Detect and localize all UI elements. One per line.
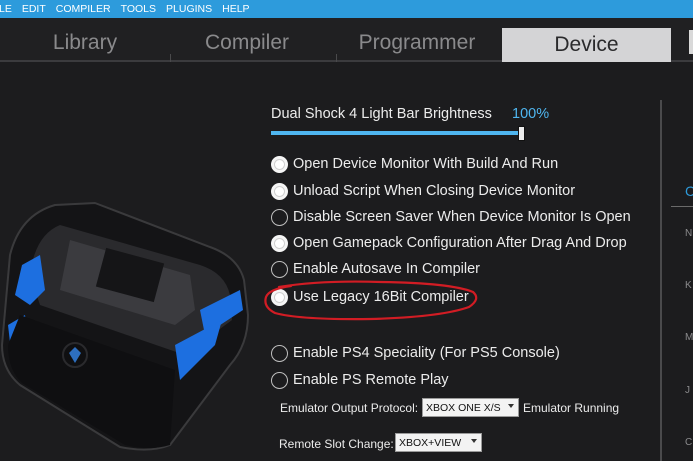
remote-slot-label: Remote Slot Change: — [279, 437, 394, 451]
option-label: Unload Script When Closing Device Monito… — [293, 183, 576, 199]
brightness-value: 100% — [512, 106, 550, 122]
brightness-slider-fill — [271, 131, 523, 135]
menu-compiler[interactable]: COMPILER — [52, 3, 117, 15]
emulator-protocol-label: Emulator Output Protocol: — [280, 401, 419, 415]
option-open-device-monitor[interactable]: Open Device Monitor With Build And Run — [271, 153, 558, 175]
right-panel-label: N — [685, 228, 693, 239]
tab-library[interactable]: Library — [0, 26, 170, 60]
option-unload-script[interactable]: Unload Script When Closing Device Monito… — [271, 180, 575, 202]
radio-icon[interactable] — [271, 344, 288, 362]
device-illustration — [0, 201, 250, 451]
emulator-protocol-select[interactable]: XBOX ONE X/S — [422, 398, 519, 417]
radio-icon[interactable] — [271, 371, 288, 389]
radio-icon[interactable] — [271, 208, 288, 226]
option-enable-autosave[interactable]: Enable Autosave In Compiler — [271, 258, 480, 280]
option-ps-remote-play[interactable]: Enable PS Remote Play — [271, 369, 449, 391]
menu-edit[interactable]: EDIT — [18, 3, 52, 15]
radio-icon[interactable] — [271, 182, 288, 200]
right-panel-label: J — [685, 385, 690, 396]
tab-device[interactable]: Device — [502, 28, 671, 62]
brightness-label: Dual Shock 4 Light Bar Brightness — [271, 106, 492, 122]
option-open-gamepack-config[interactable]: Open Gamepack Configuration After Drag A… — [271, 232, 627, 254]
menu-tools[interactable]: TOOLS — [117, 3, 162, 15]
menu-bar: LE EDIT COMPILER TOOLS PLUGINS HELP — [0, 0, 693, 18]
panel-divider — [660, 100, 662, 461]
tab-compiler[interactable]: Compiler — [162, 26, 332, 60]
chevron-down-icon — [471, 439, 477, 443]
option-label: Enable PS4 Speciality (For PS5 Console) — [293, 345, 560, 361]
right-panel-rule — [671, 206, 693, 207]
main-tab-bar: Library Compiler Programmer Device — [0, 18, 693, 62]
menu-file[interactable]: LE — [0, 3, 18, 15]
radio-icon[interactable] — [271, 288, 288, 306]
option-ps4-speciality[interactable]: Enable PS4 Speciality (For PS5 Console) — [271, 342, 560, 364]
option-label: Enable PS Remote Play — [293, 372, 449, 388]
tab-programmer[interactable]: Programmer — [332, 26, 502, 60]
brightness-slider-track[interactable] — [271, 131, 523, 135]
menu-help[interactable]: HELP — [218, 3, 255, 15]
option-label: Open Gamepack Configuration After Drag A… — [293, 235, 627, 251]
right-panel-label: K — [685, 280, 692, 291]
radio-icon[interactable] — [271, 260, 288, 278]
option-label: Use Legacy 16Bit Compiler — [293, 289, 469, 305]
brightness-slider-thumb[interactable] — [518, 126, 525, 141]
option-label: Enable Autosave In Compiler — [293, 261, 480, 277]
emulator-protocol-value: XBOX ONE X/S — [426, 401, 501, 414]
option-disable-screen-saver[interactable]: Disable Screen Saver When Device Monitor… — [271, 206, 631, 228]
radio-icon[interactable] — [271, 234, 288, 252]
remote-slot-select[interactable]: XBOX+VIEW — [395, 433, 482, 452]
emulator-status: Emulator Running — [523, 401, 620, 415]
menu-plugins[interactable]: PLUGINS — [162, 3, 218, 15]
option-legacy-16bit-compiler[interactable]: Use Legacy 16Bit Compiler — [271, 286, 469, 308]
right-panel-heading: C — [685, 183, 693, 199]
right-panel-label: M — [685, 332, 693, 343]
option-label: Disable Screen Saver When Device Monitor… — [293, 209, 631, 225]
right-panel-label: C — [685, 437, 693, 448]
chevron-down-icon — [508, 404, 514, 408]
option-label: Open Device Monitor With Build And Run — [293, 156, 559, 172]
radio-icon[interactable] — [271, 155, 288, 173]
tab-overflow-edge — [689, 30, 693, 54]
remote-slot-value: XBOX+VIEW — [399, 436, 462, 449]
